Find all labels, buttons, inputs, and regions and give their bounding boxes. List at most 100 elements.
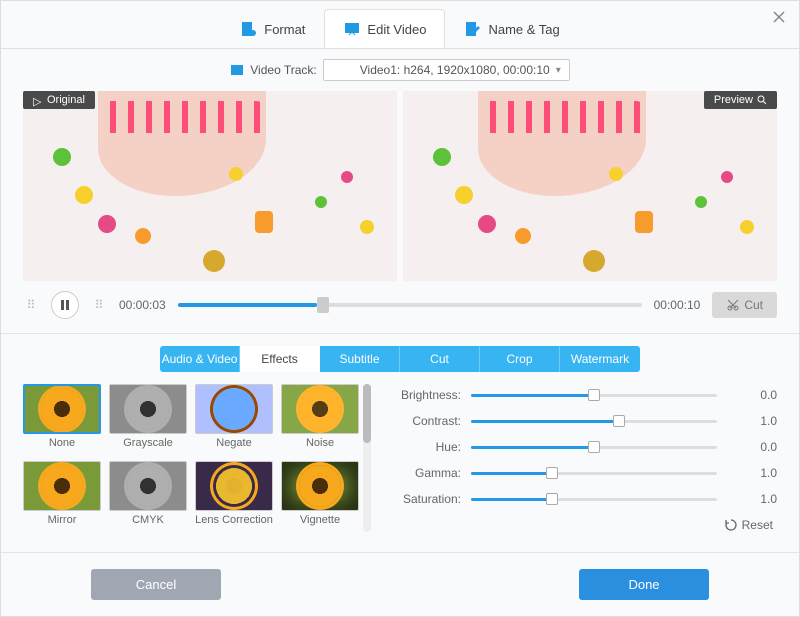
reset-button[interactable]: Reset xyxy=(724,518,777,532)
hue-value: 0.0 xyxy=(727,440,777,454)
reset-label: Reset xyxy=(742,518,773,532)
hue-slider[interactable] xyxy=(471,446,717,449)
preview-label: Preview xyxy=(714,94,753,106)
next-frame-button[interactable]: ⠿ xyxy=(91,297,107,313)
close-icon xyxy=(771,9,787,25)
effect-label: None xyxy=(23,437,101,449)
sub-tab-watermark[interactable]: Watermark xyxy=(560,346,640,372)
video-track-select[interactable]: Video1: h264, 1920x1080, 00:00:10 ▾ xyxy=(323,59,570,81)
effect-label: Mirror xyxy=(23,514,101,526)
gamma-fill xyxy=(471,472,552,475)
effects-grid: None Grayscale Negate Noise Mirror CMYK Lens C… xyxy=(23,384,359,532)
effects-scrollbar[interactable] xyxy=(363,384,371,532)
gamma-handle[interactable] xyxy=(546,467,558,479)
track-selected-text: Video1: h264, 1920x1080, 00:00:10 xyxy=(360,63,550,77)
sub-tab-effects[interactable]: Effects xyxy=(240,346,320,372)
timeline-fill xyxy=(178,303,317,307)
sub-tab-subtitle[interactable]: Subtitle xyxy=(320,346,400,372)
brightness-fill xyxy=(471,394,594,397)
video-track-label: Video Track: xyxy=(250,63,316,77)
pause-button[interactable] xyxy=(51,291,79,319)
saturation-handle[interactable] xyxy=(546,493,558,505)
sliders-panel: Brightness: 0.0 Contrast: 1.0 Hue: 0.0 G… xyxy=(391,384,777,532)
effect-thumb xyxy=(109,384,187,434)
brightness-value: 0.0 xyxy=(727,388,777,402)
tab-edit-video[interactable]: Edit Video xyxy=(324,9,445,48)
gamma-slider[interactable] xyxy=(471,472,717,475)
effect-lens-correction[interactable]: Lens Correction xyxy=(195,461,273,532)
effect-label: Lens Correction xyxy=(195,514,273,526)
saturation-slider[interactable] xyxy=(471,498,717,501)
effect-thumb xyxy=(23,384,101,434)
video-track-row: Video Track: Video1: h264, 1920x1080, 00… xyxy=(1,49,799,91)
cut-button[interactable]: Cut xyxy=(712,292,777,318)
contrast-fill xyxy=(471,420,619,423)
brightness-row: Brightness: 0.0 xyxy=(391,388,777,402)
gamma-row: Gamma: 1.0 xyxy=(391,466,777,480)
contrast-row: Contrast: 1.0 xyxy=(391,414,777,428)
sub-tab-audio-video[interactable]: Audio & Video xyxy=(160,346,240,372)
name-tag-icon xyxy=(464,20,482,38)
result-preview xyxy=(403,91,777,281)
hue-label: Hue: xyxy=(391,440,461,454)
effect-vignette[interactable]: Vignette xyxy=(281,461,359,532)
hue-row: Hue: 0.0 xyxy=(391,440,777,454)
total-time: 00:00:10 xyxy=(654,298,701,312)
effect-thumb xyxy=(195,461,273,511)
effect-thumb xyxy=(195,384,273,434)
tab-format[interactable]: Format xyxy=(221,9,324,48)
tab-edit-video-label: Edit Video xyxy=(367,22,426,37)
effect-cmyk[interactable]: CMYK xyxy=(109,461,187,532)
timeline[interactable] xyxy=(178,303,642,307)
effect-none[interactable]: None xyxy=(23,384,101,455)
gamma-label: Gamma: xyxy=(391,466,461,480)
effect-thumb xyxy=(281,384,359,434)
done-button[interactable]: Done xyxy=(579,569,709,600)
saturation-value: 1.0 xyxy=(727,492,777,506)
bottom-bar: Cancel Done xyxy=(1,552,799,616)
sub-tab-crop[interactable]: Crop xyxy=(480,346,560,372)
preview-badge: Preview xyxy=(704,91,777,109)
chevron-down-icon: ▾ xyxy=(556,65,561,76)
editor-window: Format Edit Video Name & Tag Video Track… xyxy=(0,0,800,617)
reset-icon xyxy=(724,518,738,532)
effect-noise[interactable]: Noise xyxy=(281,384,359,455)
track-thumb xyxy=(332,63,354,77)
saturation-row: Saturation: 1.0 xyxy=(391,492,777,506)
brightness-slider[interactable] xyxy=(471,394,717,397)
play-icon: ▷ xyxy=(33,95,43,105)
prev-frame-button[interactable]: ⠿ xyxy=(23,297,39,313)
brightness-label: Brightness: xyxy=(391,388,461,402)
effect-grayscale[interactable]: Grayscale xyxy=(109,384,187,455)
hue-fill xyxy=(471,446,594,449)
separator xyxy=(1,333,799,334)
search-icon xyxy=(757,95,767,105)
tab-format-label: Format xyxy=(264,22,305,37)
playback-row: ⠿ ⠿ 00:00:03 00:00:10 Cut xyxy=(1,281,799,329)
effect-label: Negate xyxy=(195,437,273,449)
effect-thumb xyxy=(281,461,359,511)
contrast-label: Contrast: xyxy=(391,414,461,428)
effect-label: CMYK xyxy=(109,514,187,526)
original-badge: ▷ Original xyxy=(23,91,95,109)
scrollbar-thumb[interactable] xyxy=(363,384,371,443)
close-button[interactable] xyxy=(771,9,787,25)
sub-tab-cut[interactable]: Cut xyxy=(400,346,480,372)
preview-area: ▷ Original Preview xyxy=(1,91,799,281)
brightness-handle[interactable] xyxy=(588,389,600,401)
effects-panel: None Grayscale Negate Noise Mirror CMYK Lens C… xyxy=(1,372,799,544)
tab-name-tag[interactable]: Name & Tag xyxy=(445,9,578,48)
effect-mirror[interactable]: Mirror xyxy=(23,461,101,532)
original-preview xyxy=(23,91,397,281)
hue-handle[interactable] xyxy=(588,441,600,453)
effect-negate[interactable]: Negate xyxy=(195,384,273,455)
effect-label: Grayscale xyxy=(109,437,187,449)
pause-icon xyxy=(60,300,70,310)
saturation-fill xyxy=(471,498,552,501)
edit-video-icon xyxy=(343,20,361,38)
format-icon xyxy=(240,20,258,38)
contrast-slider[interactable] xyxy=(471,420,717,423)
contrast-handle[interactable] xyxy=(613,415,625,427)
cancel-button[interactable]: Cancel xyxy=(91,569,221,600)
timeline-handle[interactable] xyxy=(317,297,329,313)
